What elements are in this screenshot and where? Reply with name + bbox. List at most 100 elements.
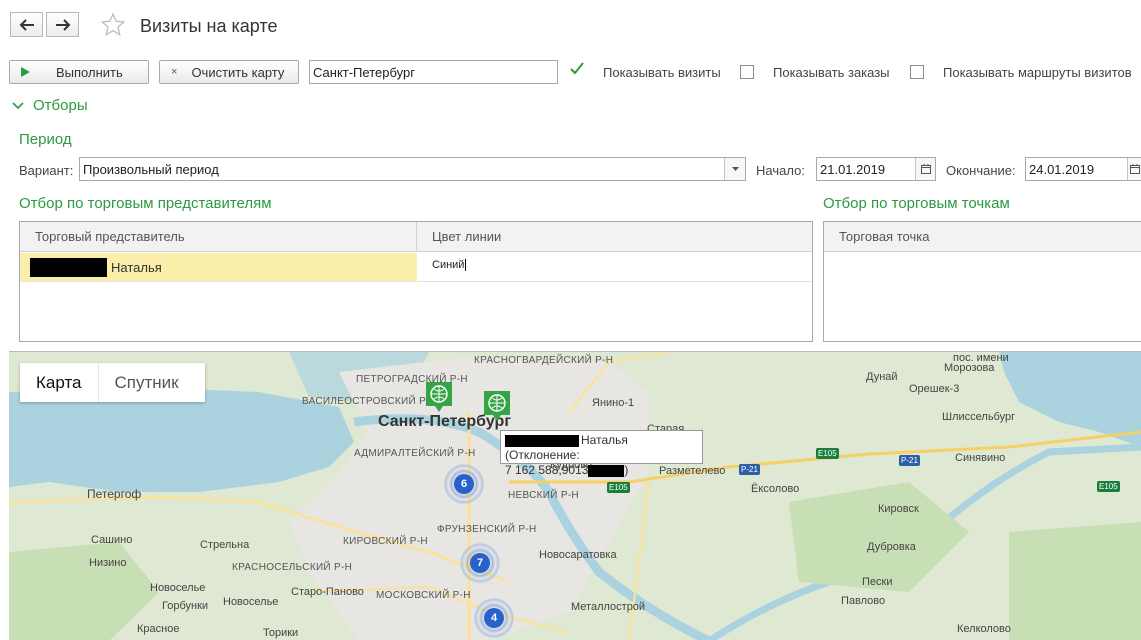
- tab-map[interactable]: Карта: [20, 363, 99, 402]
- favorite-button[interactable]: [100, 12, 126, 41]
- end-date-input[interactable]: 24.01.2019: [1025, 157, 1141, 181]
- tooltip-deviation: 7 162 588,9013: [505, 463, 589, 477]
- points-title: Отбор по торговым точкам: [823, 195, 1010, 212]
- map-label: Орешек-3: [909, 383, 960, 395]
- column-header-color[interactable]: Цвет линии: [417, 222, 812, 252]
- reps-table: Торговый представитель Цвет линии Наталь…: [19, 221, 813, 342]
- variant-select[interactable]: Произвольный период: [79, 157, 746, 181]
- map-label: Келколово: [957, 623, 1011, 635]
- color-value: Синий: [432, 259, 465, 271]
- arrow-left-icon: [19, 18, 34, 31]
- visit-marker[interactable]: [426, 382, 452, 414]
- map-label: ФРУНЗЕНСКИЙ Р-Н: [437, 524, 537, 535]
- filters-title: Отборы: [33, 97, 88, 114]
- map-label: Сашино: [91, 534, 133, 546]
- road-badge: E105: [607, 482, 630, 493]
- map-label: НЕВСКИЙ Р-Н: [508, 490, 579, 501]
- end-calendar-button[interactable]: [1127, 158, 1141, 180]
- points-table: Торговая точка: [823, 221, 1141, 342]
- map-label: пос. имени: [953, 352, 1009, 364]
- globe-pin-icon: [426, 382, 452, 412]
- visit-cluster[interactable]: 6: [444, 464, 484, 504]
- tooltip-line-2: 7 162 588,9013): [505, 463, 698, 478]
- map-label: Горбунки: [162, 600, 209, 612]
- table-row[interactable]: Наталья Синий​: [20, 253, 812, 282]
- city-input[interactable]: Санкт-Петербург: [309, 60, 558, 84]
- start-date-value: 21.01.2019: [820, 161, 886, 177]
- map-label: Красное: [137, 623, 180, 635]
- start-date-input[interactable]: 21.01.2019: [816, 157, 936, 181]
- map-label: Металлострой: [571, 601, 646, 613]
- marker-tooltip: Наталья (Отклонение: 7 162 588,9013): [500, 430, 703, 477]
- start-label: Начало:: [756, 163, 805, 178]
- clear-map-label: Очистить карту: [191, 64, 285, 80]
- forward-button[interactable]: [46, 12, 79, 37]
- map-label: Ёксолово: [751, 483, 800, 495]
- clear-map-button[interactable]: × Очистить карту: [159, 60, 299, 84]
- rep-cell[interactable]: Наталья: [20, 253, 417, 281]
- map-label: МОСКОВСКИЙ Р-Н: [376, 590, 471, 601]
- color-cell[interactable]: Синий​: [432, 259, 467, 271]
- map-label: КРАСНОГВАРДЕЙСКИЙ Р-Н: [474, 355, 614, 366]
- map-label: Янино-1: [592, 397, 635, 409]
- redacted-block: [588, 464, 625, 477]
- period-title: Период: [19, 131, 72, 148]
- road-badge: Р-21: [739, 464, 760, 475]
- map-label: АДМИРАЛТЕЙСКИЙ Р-Н: [354, 448, 476, 459]
- redacted-block: [30, 257, 107, 277]
- cluster-count: 6: [454, 474, 474, 494]
- column-header-rep[interactable]: Торговый представитель: [20, 222, 417, 252]
- page-title: Визиты на карте: [140, 16, 278, 36]
- run-button-label: Выполнить: [56, 64, 123, 80]
- cluster-count: 4: [484, 608, 504, 628]
- checkmark-icon: [570, 62, 584, 75]
- road-badge: E105: [1097, 481, 1120, 492]
- map-label: Низино: [89, 557, 127, 569]
- tab-satellite[interactable]: Спутник: [99, 363, 195, 402]
- variant-value: Произвольный период: [83, 161, 219, 177]
- road-badge: E105: [816, 448, 839, 459]
- visit-cluster[interactable]: 4: [474, 598, 514, 638]
- map-label: Дубровка: [867, 541, 916, 553]
- chevron-down-icon: [12, 101, 24, 109]
- visit-cluster[interactable]: 7: [460, 543, 500, 583]
- show-visits-label: Показывать визиты: [603, 65, 721, 80]
- variant-label: Вариант:: [19, 163, 74, 178]
- tooltip-line-1: Наталья (Отклонение:: [505, 433, 698, 463]
- arrow-right-icon: [55, 18, 70, 31]
- map-view[interactable]: КРАСНОГВАРДЕЙСКИЙ Р-Н ПЕТРОГРАДСКИЙ Р-Н …: [9, 351, 1141, 640]
- map-label: Стрельна: [200, 539, 250, 551]
- map-label: Павлово: [841, 595, 886, 607]
- text-cursor: ​: [465, 259, 467, 271]
- map-label: КРАСНОСЕЛЬСКИЙ Р-Н: [232, 562, 353, 573]
- map-label: Дунай: [866, 371, 898, 383]
- map-label: Новоселье: [150, 582, 206, 594]
- map-label: КИРОВСКИЙ Р-Н: [343, 536, 428, 547]
- close-icon: ×: [171, 66, 178, 78]
- map-type-switch: Карта Спутник: [20, 363, 205, 402]
- map-label: Пески: [862, 576, 893, 588]
- map-label: ВАСИЛЕОСТРОВСКИЙ Р-Н: [302, 396, 438, 407]
- start-calendar-button[interactable]: [915, 158, 935, 180]
- road-badge: Р-21: [899, 455, 920, 466]
- play-icon: [21, 67, 30, 77]
- filters-toggle[interactable]: Отборы: [12, 97, 88, 114]
- visit-marker[interactable]: [484, 391, 510, 423]
- redacted-block: [505, 434, 579, 447]
- tooltip-close-paren: ): [624, 463, 629, 477]
- cluster-count: 7: [470, 553, 490, 573]
- star-icon: [100, 12, 126, 36]
- calendar-icon: [920, 164, 931, 174]
- back-button[interactable]: [10, 12, 43, 37]
- end-label: Окончание:: [946, 163, 1016, 178]
- run-button[interactable]: Выполнить: [9, 60, 149, 84]
- variant-dropdown-button[interactable]: [724, 158, 745, 180]
- column-header-point[interactable]: Торговая точка: [824, 222, 1141, 252]
- calendar-icon: [1129, 164, 1140, 174]
- show-orders-checkbox[interactable]: [740, 65, 754, 79]
- show-visits-checkbox[interactable]: [569, 61, 585, 80]
- map-label: Старо-Паново: [291, 586, 364, 598]
- show-routes-checkbox[interactable]: [910, 65, 924, 79]
- show-orders-label: Показывать заказы: [773, 65, 890, 80]
- map-label: Кировск: [878, 503, 919, 515]
